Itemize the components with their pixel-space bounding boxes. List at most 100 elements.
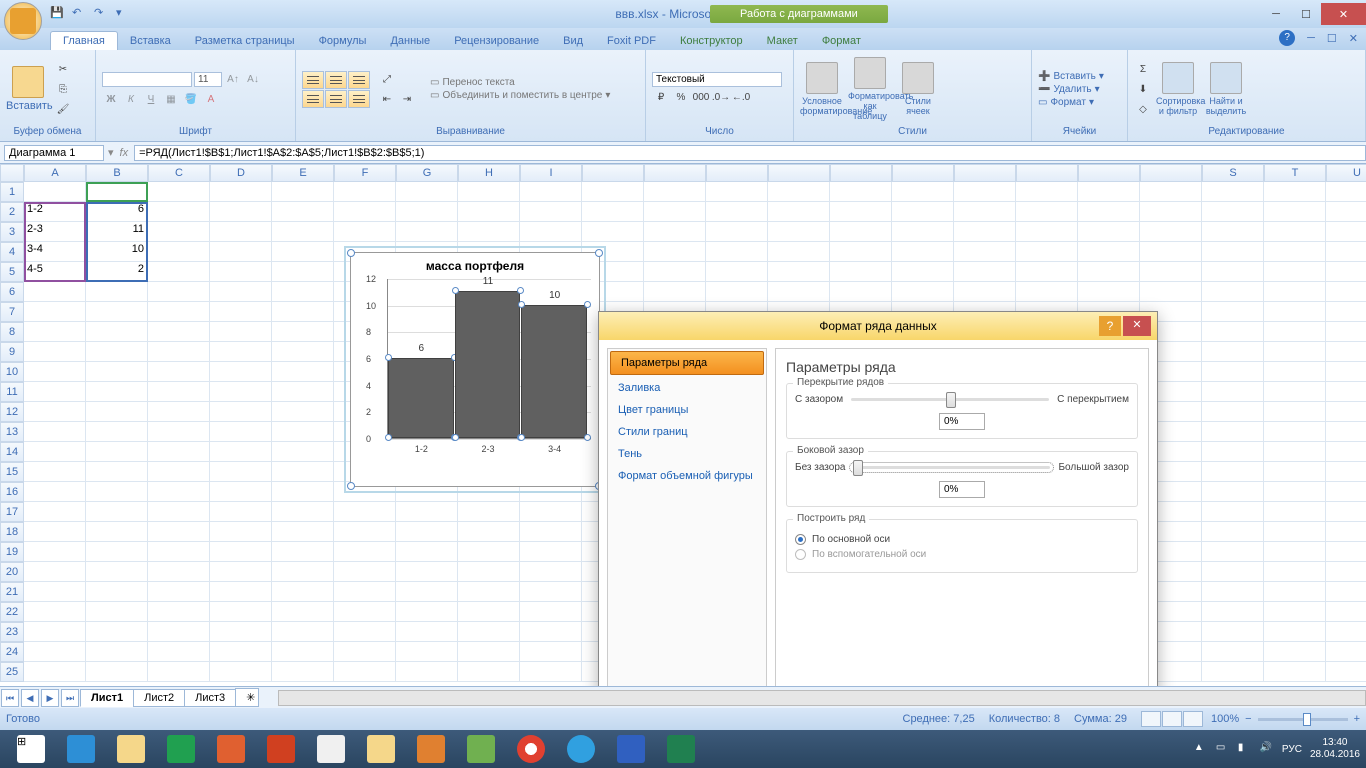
cell[interactable] [334,222,396,242]
column-header[interactable]: F [334,164,396,182]
cell[interactable] [210,562,272,582]
cell[interactable] [396,642,458,662]
cell[interactable] [1202,202,1264,222]
cell[interactable] [148,422,210,442]
underline-icon[interactable]: Ч [142,90,160,108]
cell[interactable] [148,542,210,562]
cell[interactable] [706,242,768,262]
cell[interactable] [24,582,86,602]
font-color-icon[interactable]: A [202,90,220,108]
bar[interactable] [521,305,587,438]
row-header[interactable]: 1 [0,182,24,202]
cell[interactable] [892,182,954,202]
cell[interactable] [1264,222,1326,242]
cell[interactable] [86,542,148,562]
cell[interactable] [272,322,334,342]
tray-clock[interactable]: 13:40 28.04.2016 [1310,737,1360,761]
cell[interactable] [892,222,954,242]
cell[interactable] [24,562,86,582]
cell[interactable] [1202,422,1264,442]
cell[interactable] [334,202,396,222]
cell[interactable] [86,322,148,342]
cell[interactable] [1326,642,1366,662]
cell[interactable] [458,222,520,242]
cell[interactable] [148,502,210,522]
cell[interactable] [1264,302,1326,322]
cell[interactable] [520,522,582,542]
tab-format[interactable]: Формат [810,32,873,50]
cell[interactable] [1202,262,1264,282]
cell[interactable] [1202,502,1264,522]
column-header[interactable] [644,164,706,182]
sheet-nav-first[interactable]: ⏮ [1,689,19,707]
cell[interactable] [272,442,334,462]
cell[interactable] [86,402,148,422]
cell[interactable] [644,222,706,242]
fill-color-icon[interactable]: 🪣 [182,90,200,108]
cell[interactable] [210,322,272,342]
cell[interactable] [24,662,86,682]
cell[interactable] [272,342,334,362]
cell[interactable] [520,562,582,582]
zoom-slider[interactable] [1258,718,1348,721]
series-selection-handle[interactable] [517,287,524,294]
taskbar-app6[interactable] [456,732,506,766]
row-header[interactable]: 7 [0,302,24,322]
cell[interactable] [520,582,582,602]
cell[interactable] [1264,342,1326,362]
cell[interactable] [1202,362,1264,382]
cell[interactable] [1140,242,1202,262]
cell[interactable] [24,622,86,642]
cell[interactable] [1326,302,1366,322]
help-icon[interactable]: ? [1279,30,1295,46]
radio-primary-icon[interactable] [795,534,806,545]
cell[interactable] [1078,282,1140,302]
row-header[interactable]: 24 [0,642,24,662]
cell[interactable] [210,622,272,642]
copy-icon[interactable]: ⎘ [54,80,72,98]
cell[interactable] [954,262,1016,282]
cell[interactable] [458,622,520,642]
tab-foxit[interactable]: Foxit PDF [595,32,668,50]
nav-series-options[interactable]: Параметры ряда [610,351,764,375]
cell[interactable] [768,282,830,302]
format-as-table-button[interactable]: Форматировать как таблицу [848,57,892,121]
cell[interactable] [1326,522,1366,542]
cell[interactable] [1202,482,1264,502]
cell[interactable] [272,362,334,382]
cell[interactable] [1326,442,1366,462]
cell[interactable] [210,642,272,662]
cell[interactable] [1078,242,1140,262]
cell[interactable] [334,582,396,602]
cell[interactable] [334,502,396,522]
cell[interactable] [86,282,148,302]
cell[interactable] [272,582,334,602]
cell[interactable] [768,222,830,242]
cell[interactable] [210,382,272,402]
cut-icon[interactable]: ✂ [54,60,72,78]
currency-icon[interactable]: ₽ [652,89,670,107]
gap-slider[interactable] [853,466,1050,469]
sheet-tab-3[interactable]: Лист3 [184,689,236,707]
cell[interactable] [210,462,272,482]
doc-restore-icon[interactable]: ☐ [1327,32,1337,45]
cell[interactable] [520,542,582,562]
gap-value-input[interactable] [939,481,985,498]
cell[interactable] [1202,602,1264,622]
cell[interactable] [1202,662,1264,682]
cell[interactable] [1016,222,1078,242]
cell[interactable] [1202,562,1264,582]
cell[interactable] [24,502,86,522]
radio-secondary-icon[interactable] [795,549,806,560]
cell[interactable] [1326,262,1366,282]
cell[interactable] [1264,522,1326,542]
cell[interactable] [334,182,396,202]
cell[interactable] [24,602,86,622]
cell[interactable] [892,262,954,282]
cell[interactable] [582,202,644,222]
cell[interactable]: 6 [86,202,148,222]
column-header[interactable] [1078,164,1140,182]
cell[interactable] [1078,222,1140,242]
cell[interactable] [520,202,582,222]
view-page-layout-button[interactable] [1162,711,1182,727]
